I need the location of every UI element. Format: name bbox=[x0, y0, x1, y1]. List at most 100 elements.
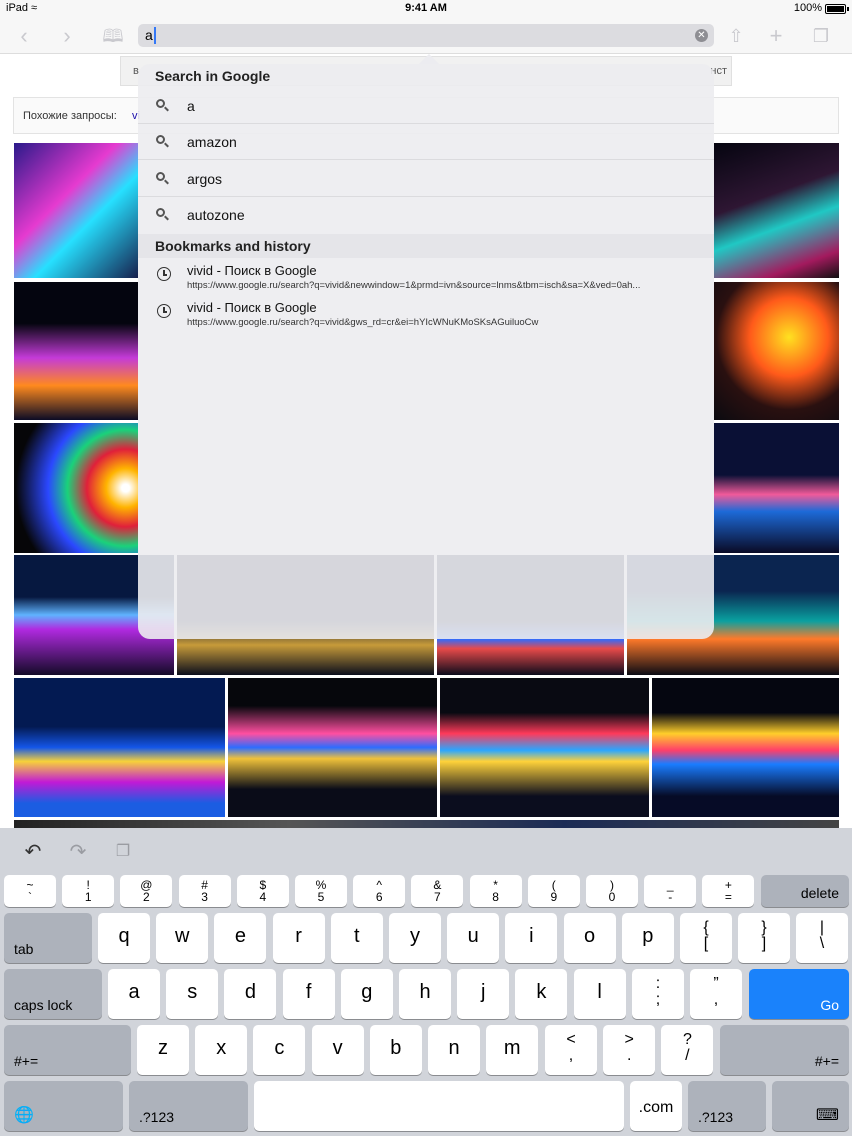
result-image[interactable] bbox=[714, 143, 839, 278]
key-label: q bbox=[118, 925, 130, 947]
number-key[interactable]: ^ 6 bbox=[353, 875, 406, 907]
key-label: c bbox=[274, 1037, 285, 1059]
letter-key-j[interactable]: j bbox=[457, 969, 510, 1019]
symbol-key[interactable]: | \ bbox=[796, 913, 848, 963]
suggestion-item[interactable]: autozone bbox=[138, 197, 714, 233]
number-key[interactable]: (9 bbox=[527, 875, 580, 907]
numbers-key-right[interactable]: .?123 bbox=[688, 1081, 766, 1131]
result-image[interactable] bbox=[714, 423, 839, 553]
symbols-key-right[interactable]: #+= bbox=[720, 1025, 849, 1075]
share-icon[interactable]: ⇧ bbox=[723, 24, 749, 48]
bookmarks-icon[interactable]: 🕮 bbox=[100, 24, 126, 48]
letter-key-b[interactable]: b bbox=[369, 1025, 422, 1075]
new-tab-icon[interactable]: + bbox=[763, 24, 789, 48]
caps-lock-key[interactable]: caps lock bbox=[4, 969, 102, 1019]
letter-key-l[interactable]: l bbox=[573, 969, 626, 1019]
symbol-key[interactable]: }] bbox=[738, 913, 790, 963]
status-bar: iPad ≈ 9:41 AM 100% bbox=[0, 0, 852, 18]
symbol-key[interactable]: >. bbox=[603, 1025, 656, 1075]
letter-key-t[interactable]: t bbox=[330, 913, 383, 963]
result-image[interactable] bbox=[14, 423, 138, 553]
numbers-key-left-label: .?123 bbox=[139, 1109, 175, 1125]
number-key[interactable]: & 7 bbox=[411, 875, 464, 907]
result-image[interactable] bbox=[714, 282, 839, 420]
key-label: i bbox=[529, 925, 534, 947]
result-image[interactable] bbox=[652, 678, 839, 817]
letter-key-a[interactable]: a bbox=[108, 969, 160, 1019]
letter-key-s[interactable]: s bbox=[166, 969, 219, 1019]
address-input[interactable]: a bbox=[145, 27, 153, 43]
letter-key-i[interactable]: i bbox=[505, 913, 558, 963]
symbols-key-left[interactable]: #+= bbox=[4, 1025, 131, 1075]
letter-key-o[interactable]: o bbox=[563, 913, 616, 963]
number-key[interactable]: $4 bbox=[236, 875, 289, 907]
result-image[interactable] bbox=[228, 678, 437, 817]
address-bar[interactable]: a ✕ bbox=[138, 24, 714, 47]
key-label: e bbox=[234, 925, 246, 947]
number-key[interactable]: @2 bbox=[120, 875, 173, 907]
redo-icon[interactable]: ↷ bbox=[66, 842, 90, 862]
key-lower-label: = bbox=[724, 890, 732, 904]
number-key[interactable]: * 8 bbox=[469, 875, 522, 907]
suggestion-item[interactable]: amazon bbox=[138, 124, 714, 160]
clear-icon[interactable]: ✕ bbox=[695, 29, 708, 42]
tab-key[interactable]: tab bbox=[4, 913, 92, 963]
go-key[interactable]: Go bbox=[749, 969, 849, 1019]
history-item[interactable]: vivid - Поиск в Google https://www.googl… bbox=[138, 296, 714, 333]
paste-icon[interactable]: ❐ bbox=[111, 842, 135, 862]
letter-key-x[interactable]: x bbox=[195, 1025, 248, 1075]
number-key[interactable]: _ - bbox=[644, 875, 697, 907]
back-icon[interactable]: ‹ bbox=[11, 24, 37, 48]
space-key[interactable] bbox=[254, 1081, 624, 1131]
key-lower-label: 8 bbox=[492, 890, 499, 904]
forward-icon[interactable]: › bbox=[54, 24, 80, 48]
symbol-key[interactable]: ? / bbox=[661, 1025, 714, 1075]
number-key[interactable]: % 5 bbox=[295, 875, 347, 907]
search-icon bbox=[156, 172, 165, 181]
battery-icon bbox=[825, 4, 846, 14]
suggestion-item[interactable]: argos bbox=[138, 161, 714, 197]
result-image[interactable] bbox=[14, 282, 138, 420]
history-item[interactable]: vivid - Поиск в Google https://www.googl… bbox=[138, 259, 714, 296]
result-image[interactable] bbox=[440, 678, 649, 817]
key-label: a bbox=[128, 981, 140, 1003]
result-image[interactable] bbox=[14, 143, 138, 278]
letter-key-u[interactable]: u bbox=[447, 913, 500, 963]
letter-key-c[interactable]: c bbox=[253, 1025, 306, 1075]
number-key[interactable]: ! 1 bbox=[62, 875, 115, 907]
suggestion-item[interactable]: a bbox=[138, 88, 714, 124]
letter-key-e[interactable]: e bbox=[214, 913, 267, 963]
hide-keyboard-key[interactable]: ⌨ bbox=[772, 1081, 849, 1131]
letter-key-d[interactable]: d bbox=[224, 969, 277, 1019]
suggestion-text: amazon bbox=[187, 134, 237, 150]
number-key[interactable]: #3 bbox=[178, 875, 231, 907]
tabs-icon[interactable]: ❐ bbox=[808, 24, 834, 48]
number-key[interactable]: + = bbox=[702, 875, 755, 907]
letter-key-w[interactable]: w bbox=[156, 913, 209, 963]
letter-key-p[interactable]: p bbox=[621, 913, 674, 963]
key-lower-label: \ bbox=[819, 935, 825, 952]
letter-key-f[interactable]: f bbox=[282, 969, 335, 1019]
delete-key[interactable]: delete bbox=[761, 875, 849, 907]
number-key[interactable]: ~ ` bbox=[4, 875, 56, 907]
letter-key-r[interactable]: r bbox=[272, 913, 325, 963]
letter-key-y[interactable]: y bbox=[389, 913, 441, 963]
numbers-key-left[interactable]: .?123 bbox=[129, 1081, 248, 1131]
letter-key-g[interactable]: g bbox=[340, 969, 393, 1019]
letter-key-k[interactable]: k bbox=[515, 969, 568, 1019]
letter-key-q[interactable]: q bbox=[98, 913, 150, 963]
letter-key-v[interactable]: v bbox=[311, 1025, 364, 1075]
symbol-key[interactable]: :; bbox=[632, 969, 684, 1019]
dotcom-key[interactable]: .com bbox=[630, 1081, 682, 1131]
symbol-key[interactable]: <, bbox=[545, 1025, 597, 1075]
number-key[interactable]: ) 0 bbox=[586, 875, 638, 907]
symbol-key[interactable]: {[ bbox=[680, 913, 732, 963]
letter-key-z[interactable]: z bbox=[137, 1025, 189, 1075]
letter-key-n[interactable]: n bbox=[428, 1025, 480, 1075]
symbol-key[interactable]: ”, bbox=[690, 969, 742, 1019]
undo-icon[interactable]: ↶ bbox=[21, 842, 45, 862]
letter-key-m[interactable]: m bbox=[486, 1025, 539, 1075]
globe-key[interactable]: 🌐 bbox=[4, 1081, 123, 1131]
result-image[interactable] bbox=[14, 678, 225, 817]
letter-key-h[interactable]: h bbox=[399, 969, 451, 1019]
